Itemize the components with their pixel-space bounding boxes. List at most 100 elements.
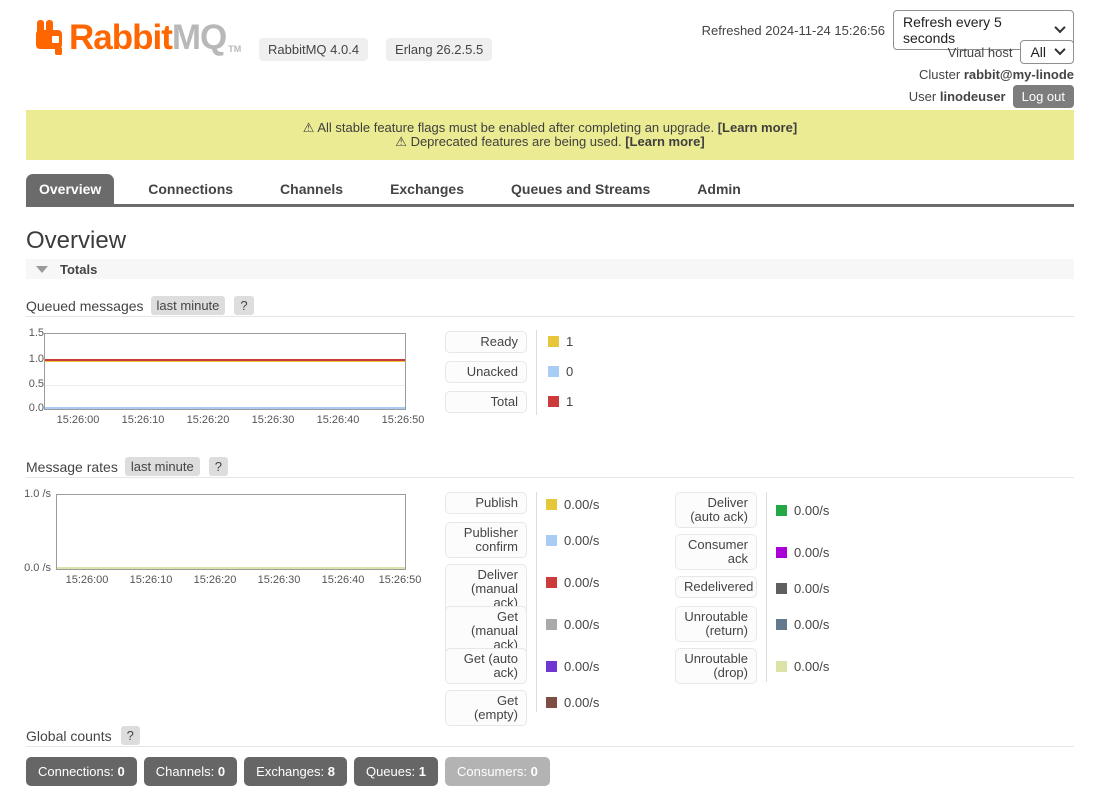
global-counts-header: Global counts ? — [26, 726, 140, 745]
get-auto-color-swatch — [546, 661, 557, 672]
global-counts-title: Global counts — [26, 728, 112, 744]
queued-range-badge[interactable]: last minute — [151, 296, 226, 315]
brand-mq: MQ — [172, 18, 226, 58]
consumers-count-badge: Consumers: 0 — [445, 757, 550, 786]
totals-section-toggle[interactable]: Totals — [26, 259, 1074, 279]
queued-help-icon[interactable]: ? — [234, 296, 253, 315]
x-tick: 15:26:10 — [121, 574, 181, 586]
x-tick: 15:26:30 — [243, 414, 303, 426]
user-row: User linodeuser Log out — [909, 85, 1074, 108]
legend-divider — [536, 330, 537, 415]
rabbit-icon — [36, 20, 66, 58]
tab-overview[interactable]: Overview — [26, 174, 114, 204]
chevron-down-icon — [1054, 43, 1065, 54]
section-divider — [26, 746, 1074, 747]
connections-count-badge: Connections: 0 — [26, 757, 137, 786]
queued-plot-area — [44, 333, 406, 410]
tab-queues-and-streams[interactable]: Queues and Streams — [498, 174, 663, 204]
tab-channels[interactable]: Channels — [267, 174, 356, 204]
warning-line2-learn-more-link[interactable]: [Learn more] — [625, 134, 704, 149]
legend-unacked-button[interactable]: Unacked — [445, 361, 527, 383]
unroutable-drop-color-swatch — [776, 661, 787, 672]
x-tick: 15:26:00 — [48, 414, 108, 426]
legend-total-button[interactable]: Total — [445, 391, 527, 413]
total-color-swatch — [548, 396, 559, 407]
x-tick: 15:26:50 — [370, 574, 430, 586]
rabbitmq-logo[interactable]: Rabbit MQ TM — [36, 18, 241, 58]
y-tick: 0.0 /s — [21, 562, 51, 574]
queued-messages-chart: 1.5 1.0 0.5 0.0 15:26:00 15:26:10 15:26:… — [26, 325, 1074, 435]
channels-count-badge: Channels: 0 — [144, 757, 237, 786]
legend-unroutable-drop-button[interactable]: Unroutable (drop) — [675, 648, 757, 684]
totals-label: Totals — [60, 262, 97, 277]
global-counts-help-icon[interactable]: ? — [121, 726, 140, 745]
x-tick: 15:26:50 — [373, 414, 433, 426]
tab-exchanges[interactable]: Exchanges — [377, 174, 477, 204]
flat-zero-series-line — [57, 567, 405, 569]
section-divider — [26, 477, 1074, 478]
x-tick: 15:26:40 — [308, 414, 368, 426]
publish-color-swatch — [546, 499, 557, 510]
feature-flags-warning-banner: ⚠ All stable feature flags must be enabl… — [26, 110, 1074, 160]
page-title: Overview — [26, 227, 126, 255]
chevron-down-icon — [1054, 21, 1065, 32]
user-label: User — [909, 89, 936, 104]
rates-range-badge[interactable]: last minute — [125, 457, 200, 476]
total-series-line — [45, 359, 405, 361]
y-tick: 1.0 — [14, 353, 44, 365]
unacked-color-swatch — [548, 366, 559, 377]
virtual-host-label: Virtual host — [948, 45, 1013, 60]
consumer-ack-rate: 0.00/s — [776, 545, 829, 560]
legend-publish-button[interactable]: Publish — [445, 492, 527, 514]
x-tick: 15:26:00 — [57, 574, 117, 586]
ready-series-line — [45, 361, 405, 362]
get-manual-color-swatch — [546, 619, 557, 630]
x-tick: 15:26:20 — [185, 574, 245, 586]
legend-publisher-confirm-button[interactable]: Publisher confirm — [445, 522, 527, 558]
legend-get-auto-button[interactable]: Get (auto ack) — [445, 648, 527, 684]
logout-button[interactable]: Log out — [1013, 85, 1074, 108]
virtual-host-select[interactable]: All — [1020, 40, 1074, 64]
main-tabs: Overview Connections Channels Exchanges … — [26, 177, 1074, 207]
deliver-manual-color-swatch — [546, 577, 557, 588]
warning-line2-text: ⚠ Deprecated features are being used. — [395, 134, 621, 149]
legend-consumer-ack-button[interactable]: Consumer ack — [675, 534, 757, 570]
legend-ready-value: 1 — [548, 334, 573, 349]
legend-redelivered-button[interactable]: Redelivered — [675, 576, 757, 598]
queues-count-badge: Queues: 1 — [354, 757, 438, 786]
refreshed-timestamp: Refreshed 2024-11-24 15:26:56 — [702, 23, 885, 38]
get-empty-rate: 0.00/s — [546, 695, 599, 710]
tab-admin[interactable]: Admin — [684, 174, 754, 204]
y-tick: 1.0 /s — [21, 488, 51, 500]
queued-messages-title: Queued messages — [26, 298, 144, 314]
legend-ready-button[interactable]: Ready — [445, 331, 527, 353]
global-counts-row: Connections: 0 Channels: 0 Exchanges: 8 … — [26, 757, 550, 786]
unroutable-return-rate: 0.00/s — [776, 617, 829, 632]
legend-total-value: 1 — [548, 394, 573, 409]
rates-help-icon[interactable]: ? — [209, 457, 228, 476]
y-tick: 0.5 — [14, 378, 44, 390]
y-tick: 1.5 — [14, 327, 44, 339]
warning-line1-text: ⚠ All stable feature flags must be enabl… — [303, 120, 714, 135]
unroutable-drop-rate: 0.00/s — [776, 659, 829, 674]
brand-trademark: TM — [228, 44, 241, 54]
legend-divider — [536, 492, 537, 712]
redelivered-color-swatch — [776, 583, 787, 594]
legend-deliver-auto-button[interactable]: Deliver (auto ack) — [675, 492, 757, 528]
legend-divider — [766, 492, 767, 682]
x-tick: 15:26:30 — [249, 574, 309, 586]
virtual-host-row: Virtual host All — [948, 40, 1074, 64]
cluster-label: Cluster — [919, 67, 960, 82]
cluster-row: Cluster rabbit@my-linode — [919, 67, 1074, 82]
x-tick: 15:26:10 — [113, 414, 173, 426]
version-badges: RabbitMQ 4.0.4 Erlang 26.2.5.5 — [259, 38, 492, 61]
user-name: linodeuser — [940, 89, 1006, 104]
message-rates-header: Message rates last minute ? — [26, 457, 228, 476]
unacked-series-line — [45, 407, 405, 409]
brand-rabbit: Rabbit — [69, 18, 172, 58]
collapse-triangle-icon — [36, 266, 48, 273]
tab-connections[interactable]: Connections — [135, 174, 246, 204]
warning-line1-learn-more-link[interactable]: [Learn more] — [718, 120, 797, 135]
legend-get-empty-button[interactable]: Get (empty) — [445, 690, 527, 726]
legend-unroutable-return-button[interactable]: Unroutable (return) — [675, 606, 757, 642]
